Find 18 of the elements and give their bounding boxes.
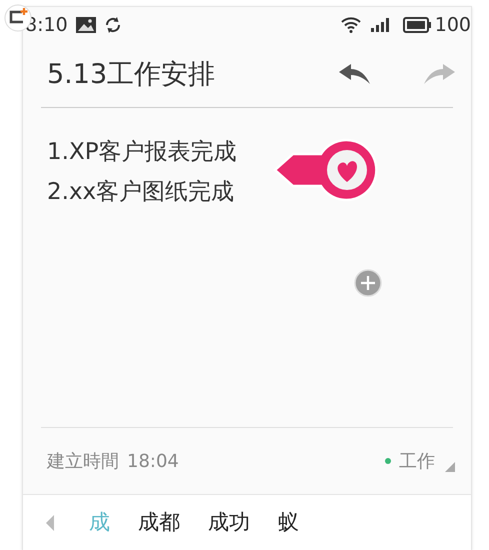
add-icon[interactable]: [354, 269, 382, 297]
note-line: 2.xx客户图纸完成: [47, 178, 236, 207]
redo-icon[interactable]: [423, 64, 457, 86]
created-label: 建立時間: [47, 450, 119, 474]
left-arrow-icon[interactable]: [45, 514, 55, 530]
wifi-icon: [340, 17, 361, 33]
note-line: 1.XP客户报表完成: [47, 138, 238, 167]
dropdown-corner-icon[interactable]: [445, 462, 455, 472]
image-icon: [76, 17, 96, 33]
undo-icon[interactable]: [337, 64, 371, 86]
battery-level: 100: [434, 12, 471, 38]
created-time: 18:04: [127, 450, 179, 474]
candidate-word[interactable]: 成都: [138, 506, 180, 538]
candidate-word[interactable]: 蚁: [278, 506, 299, 538]
sync-icon: [104, 16, 122, 34]
battery-icon: [402, 17, 431, 33]
note-title: 5.13工作安排: [47, 58, 216, 92]
candidate-word[interactable]: 成功: [208, 506, 250, 538]
